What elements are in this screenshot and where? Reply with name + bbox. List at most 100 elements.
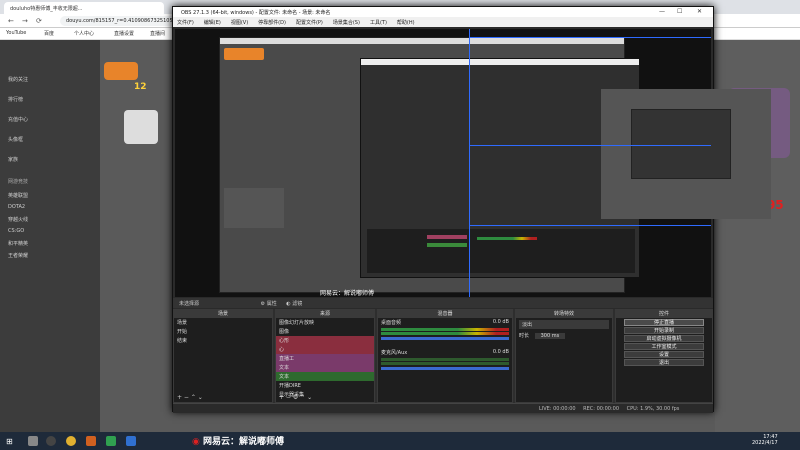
scene-item[interactable]: 结束 [174, 336, 272, 345]
properties-button[interactable]: ⚙ 属性 [261, 301, 277, 307]
address-bar[interactable]: douyu.com/815157_r=0.41090867325105 [60, 16, 180, 26]
scene-item[interactable]: 场景 [174, 318, 272, 327]
no-source-label: 未选择源 [179, 301, 200, 307]
source-item[interactable]: 心 [276, 345, 374, 354]
chrome-taskbar-icon[interactable] [66, 436, 76, 446]
cpu-fps: CPU: 1.9%, 30.00 fps [626, 406, 680, 412]
filters-button[interactable]: ◐ 滤镜 [286, 301, 302, 307]
volume-slider[interactable] [381, 367, 509, 370]
sidebar-game-pubg[interactable]: 和平精英 [8, 240, 28, 247]
obs-menu-bar: 文件(F) 编辑(E) 视图(V) 停靠部件(D) 配置文件(P) 场景集合(S) 工具(T… [173, 17, 713, 27]
duration-input[interactable]: 300 ms [534, 333, 566, 339]
bookmark-live-settings[interactable]: 直播设置 [114, 30, 134, 37]
nested-meter [477, 237, 537, 240]
windows-start-icon[interactable]: ⊞ [6, 437, 13, 446]
sidebar-item-follow[interactable]: 我的关注 [8, 76, 28, 83]
menu-docks[interactable]: 停靠部件(D) [258, 20, 286, 26]
menu-view[interactable]: 视图(V) [231, 20, 248, 26]
search-icon[interactable] [28, 436, 38, 446]
obs-title-bar: OBS 27.1.3 (64-bit, windows) - 配置文件: 未命名… [173, 7, 713, 17]
transitions-title: 转场特效 [516, 310, 612, 318]
channel-db: 0.0 dB [492, 319, 509, 325]
obs-window[interactable]: OBS 27.1.3 (64-bit, windows) - 配置文件: 未命名… [172, 6, 771, 413]
mixer-channel-mic: 麦克风/Aux 0.0 dB [378, 348, 512, 357]
menu-scene-collection[interactable]: 场景集合(S) [333, 20, 360, 26]
stat-count: 12 [134, 82, 147, 92]
scene-item[interactable]: 开始 [174, 327, 272, 336]
bookmark-profile[interactable]: 个人中心 [74, 30, 94, 37]
source-item[interactable]: 图像幻灯片放映 [276, 318, 374, 327]
menu-profile[interactable]: 配置文件(P) [296, 20, 323, 26]
studio-mode-button[interactable]: 工作室模式 [624, 343, 704, 350]
taskbar-clock[interactable]: 17:47 2022/4/17 [752, 434, 778, 446]
nested-logo [224, 48, 264, 60]
sidebar-game-csgo[interactable]: CS:GO [8, 228, 24, 234]
sidebar-item-avatar-frame[interactable]: 头像框 [8, 136, 23, 143]
netease-logo-icon: ◉ [192, 437, 200, 447]
sidebar-game-dota2[interactable]: DOTA2 [8, 204, 25, 210]
guide-line-horizontal-1 [469, 37, 711, 38]
start-recording-button[interactable]: 开始录制 [624, 327, 704, 334]
audio-meter [381, 358, 509, 361]
sidebar-item-rank[interactable]: 排行榜 [8, 96, 23, 103]
forward-icon[interactable]: → [22, 17, 28, 25]
sidebar-game-cf[interactable]: 穿越火线 [8, 216, 28, 223]
mixer-title: 混音器 [378, 310, 512, 318]
guide-line-horizontal-2 [469, 145, 711, 146]
transition-duration: 时长 300 ms [516, 331, 612, 340]
source-item[interactable]: 直播工 [276, 354, 374, 363]
properties-label: 属性 [266, 301, 277, 307]
wechat-taskbar-icon[interactable] [106, 436, 116, 446]
sidebar-item-family[interactable]: 家族 [8, 156, 18, 163]
windows-taskbar [0, 432, 800, 450]
guide-line-horizontal-3 [469, 225, 711, 226]
transitions-dock: 转场特效 淡出 时长 300 ms [515, 309, 613, 403]
source-item[interactable]: 文本 [276, 363, 374, 372]
channel-name: 桌面音频 [381, 320, 402, 326]
nested-preview-deepest [631, 109, 731, 179]
app-taskbar-icon[interactable] [86, 436, 96, 446]
sidebar-game-lol[interactable]: 英雄联盟 [8, 192, 28, 199]
exit-button[interactable]: 退出 [624, 359, 704, 366]
source-item[interactable]: 心形 [276, 336, 374, 345]
source-item[interactable]: 图像 [276, 327, 374, 336]
sources-title: 来源 [276, 310, 374, 318]
mixer-channel-desktop: 桌面音频 0.0 dB [378, 318, 512, 327]
obs-preview[interactable]: 网易云：解说嘟师傅 网易云：解说嘟师傅 [175, 29, 771, 308]
app2-taskbar-icon[interactable] [126, 436, 136, 446]
sidebar-item-recharge[interactable]: 充值中心 [8, 116, 28, 123]
settings-button[interactable]: 设置 [624, 351, 704, 358]
source-item[interactable]: 文本 [276, 372, 374, 381]
scenes-dock: 场景 场景 开始 结束 + − ⌃ ⌄ [173, 309, 273, 403]
scene-add-icon[interactable]: + − ⌃ ⌄ [177, 394, 203, 401]
volume-slider[interactable] [381, 337, 509, 340]
nested-browser-bar [220, 38, 624, 44]
audio-meter [381, 362, 509, 365]
controls-dock: 控件 停止直播 开始录制 启动虚拟摄像机 工作室模式 设置 退出 [615, 309, 713, 403]
stop-streaming-button[interactable]: 停止直播 [624, 319, 704, 326]
back-icon[interactable]: ← [8, 17, 14, 25]
transition-select[interactable]: 淡出 [519, 320, 609, 329]
bookmark-youtube[interactable]: YouTube [6, 30, 26, 36]
reload-icon[interactable]: ⟳ [36, 17, 42, 25]
close-icon[interactable]: ✕ [697, 8, 702, 15]
source-add-icon[interactable]: + − ⚙ ⌃ ⌄ [279, 394, 312, 401]
bookmark-baidu[interactable]: 百度 [44, 30, 54, 37]
obs-source-toolbar: 未选择源 ⚙ 属性 ◐ 滤镜 [173, 298, 713, 308]
douyu-logo [104, 62, 138, 80]
menu-file[interactable]: 文件(F) [177, 20, 194, 26]
browser-tab[interactable]: douluho特惠师傅_丰收无限超... [4, 2, 164, 14]
maximize-icon[interactable]: ☐ [677, 8, 682, 15]
menu-help[interactable]: 帮助(H) [397, 20, 415, 26]
sidebar-game-hok[interactable]: 王者荣耀 [8, 252, 28, 259]
obs-taskbar-icon[interactable] [46, 436, 56, 446]
nested-preview-deep [601, 89, 771, 219]
minimize-icon[interactable]: — [659, 8, 665, 15]
source-item[interactable]: 开播DIRE [276, 381, 374, 390]
controls-title: 控件 [616, 310, 712, 318]
virtual-camera-button[interactable]: 启动虚拟摄像机 [624, 335, 704, 342]
bookmark-live-room[interactable]: 直播间 [150, 30, 165, 37]
menu-edit[interactable]: 编辑(E) [204, 20, 221, 26]
menu-tools[interactable]: 工具(T) [370, 20, 387, 26]
audio-meter [381, 332, 509, 335]
